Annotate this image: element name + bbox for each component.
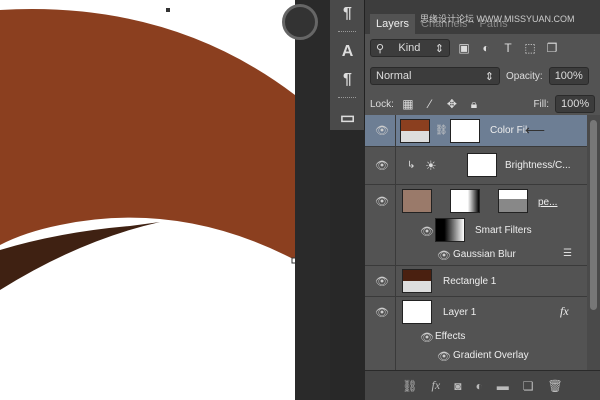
link-layers-icon[interactable]: ⛓ (402, 379, 417, 393)
eye-icon[interactable]: 👁︎ (375, 306, 389, 319)
eye-icon[interactable]: 👁︎ (375, 275, 389, 288)
new-group-icon[interactable]: ▬ (497, 379, 509, 393)
shape-filter-icon[interactable]: ⬚ (522, 41, 538, 55)
document-canvas[interactable] (0, 0, 295, 400)
paragraph-icon[interactable]: ¶ (330, 0, 365, 28)
layers-list: 👁︎ ⛓ Color Fil ⟵ 👁︎ ↳ ☀ Brightness/C... … (365, 115, 587, 370)
blend-mode-value: Normal (376, 70, 412, 82)
eye-icon[interactable]: 👁︎ (375, 124, 389, 137)
layers-panel: Layers Channels Paths 思缘设计论坛 WWW.MISSYUA… (365, 0, 600, 400)
blend-mode-select[interactable]: Normal ⇕ (370, 67, 500, 85)
filter-name[interactable]: Gaussian Blur (453, 249, 516, 260)
chevron-updown-icon: ⇕ (434, 42, 444, 55)
brightness-icon: ☀ (425, 157, 437, 173)
layer-mask-thumbnail (450, 119, 480, 143)
brown-shape[interactable] (0, 9, 295, 260)
layer-name: pe... (538, 197, 558, 208)
anchor-point[interactable] (166, 8, 170, 12)
new-layer-icon[interactable]: ❏ (523, 379, 534, 393)
filter-label: Kind (398, 42, 421, 54)
panel-tabs: Layers Channels Paths 思缘设计论坛 WWW.MISSYUA… (365, 0, 600, 34)
pasteboard (295, 0, 330, 400)
layer-color-fill[interactable]: 👁︎ ⛓ Color Fil ⟵ (365, 115, 587, 147)
image-filter-icon[interactable]: ▣ (456, 41, 472, 55)
eye-icon[interactable]: 👁︎ (420, 225, 434, 238)
fill-input[interactable]: 100% (555, 95, 595, 113)
lock-move-icon[interactable]: ✥ (444, 97, 460, 111)
panel-dock: ¶ A ¶ ▭ (330, 0, 365, 130)
layer-thumbnail (402, 269, 432, 293)
fill-value: 100% (561, 98, 590, 110)
eye-icon[interactable]: 👁︎ (375, 159, 389, 172)
watermark: 思缘设计论坛 WWW.MISSYUAN.COM (420, 14, 575, 24)
opacity-input[interactable]: 100% (548, 67, 589, 85)
search-icon: ⚲ (376, 42, 385, 55)
fill-label: Fill: (533, 98, 549, 110)
eye-icon[interactable]: 👁︎ (437, 350, 451, 363)
adjustment-filter-icon[interactable]: ◐ (478, 41, 494, 55)
scrollbar[interactable] (587, 115, 600, 370)
add-mask-icon[interactable]: ◙ (454, 379, 461, 393)
fx-icon[interactable]: fx (560, 304, 569, 319)
smart-filters-label: Smart Filters (475, 225, 532, 236)
vector-mask-thumbnail (498, 189, 528, 213)
eye-icon[interactable]: 👁︎ (437, 249, 451, 262)
grip (338, 97, 356, 101)
layer-mask-thumbnail (450, 189, 480, 213)
filter-kind-select[interactable]: ⚲ Kind ⇕ (370, 39, 450, 57)
layer-name: Brightness/C... (505, 160, 571, 171)
filter-options-icon[interactable]: ☰ (563, 248, 572, 259)
character-style-icon[interactable]: A (330, 38, 365, 66)
add-style-icon[interactable]: fx (432, 378, 441, 393)
layer-1[interactable]: 👁︎ Layer 1 fx 👁︎ Effects 👁︎ Gradient Ove… (365, 297, 587, 370)
effect-name[interactable]: Gradient Overlay (453, 350, 529, 361)
type-filter-icon[interactable]: T (500, 41, 516, 55)
opacity-value: 100% (554, 70, 583, 82)
layer-name: Color Fil (490, 125, 528, 136)
layer-name: Rectangle 1 (443, 275, 497, 287)
smart-object-filter-icon[interactable]: ❐ (544, 41, 560, 55)
lock-brush-icon[interactable]: ⁄ (422, 97, 438, 111)
layer-thumbnail (400, 119, 430, 143)
layer-brightness[interactable]: 👁︎ ↳ ☀ Brightness/C... (365, 147, 587, 185)
grip (338, 31, 356, 35)
layer-name: Layer 1 (443, 307, 477, 318)
layer-smart-object[interactable]: 👁︎ pe... 👁︎ Smart Filters 👁︎ Gaussian Bl… (365, 185, 587, 266)
eye-icon[interactable]: 👁︎ (375, 195, 389, 208)
lock-transparency-icon[interactable]: ▦ (400, 97, 416, 111)
arrow-annotation-icon: ⟵ (525, 122, 546, 138)
layer-rectangle[interactable]: 👁︎ Rectangle 1 (365, 266, 587, 297)
chevron-updown-icon: ⇕ (484, 70, 494, 83)
filter-row: ⚲ Kind ⇕ ▣ ◐ T ⬚ ❐ (365, 34, 600, 62)
layer-mask-thumbnail (467, 153, 497, 177)
panel-footer: ⛓ fx ◙ ◐ ▬ ❏ 🗑︎ (365, 370, 600, 400)
tab-layers[interactable]: Layers (370, 14, 416, 34)
link-icon: ⛓ (435, 125, 448, 136)
paragraph-style-icon[interactable]: ¶ (330, 66, 365, 94)
layer-thumbnail (402, 300, 432, 324)
new-adjustment-icon[interactable]: ◐ (475, 379, 482, 393)
opacity-label: Opacity: (506, 70, 543, 82)
layer-thumbnail (402, 189, 432, 213)
folder-icon[interactable]: ▭ (330, 104, 365, 132)
rotate-view-icon[interactable] (282, 4, 318, 40)
blend-row: Normal ⇕ Opacity: 100% (365, 62, 600, 90)
effects-label: Effects (435, 331, 466, 342)
artwork (0, 8, 295, 290)
lock-row: Lock: ▦ ⁄ ✥ 🔒︎ Fill: 100% (365, 90, 600, 118)
trash-icon[interactable]: 🗑︎ (547, 379, 562, 393)
smart-filter-mask (435, 218, 465, 242)
lock-all-icon[interactable]: 🔒︎ (466, 97, 482, 112)
eye-icon[interactable]: 👁︎ (420, 331, 434, 344)
lock-label: Lock: (370, 98, 394, 110)
clip-arrow-icon: ↳ (407, 160, 416, 171)
